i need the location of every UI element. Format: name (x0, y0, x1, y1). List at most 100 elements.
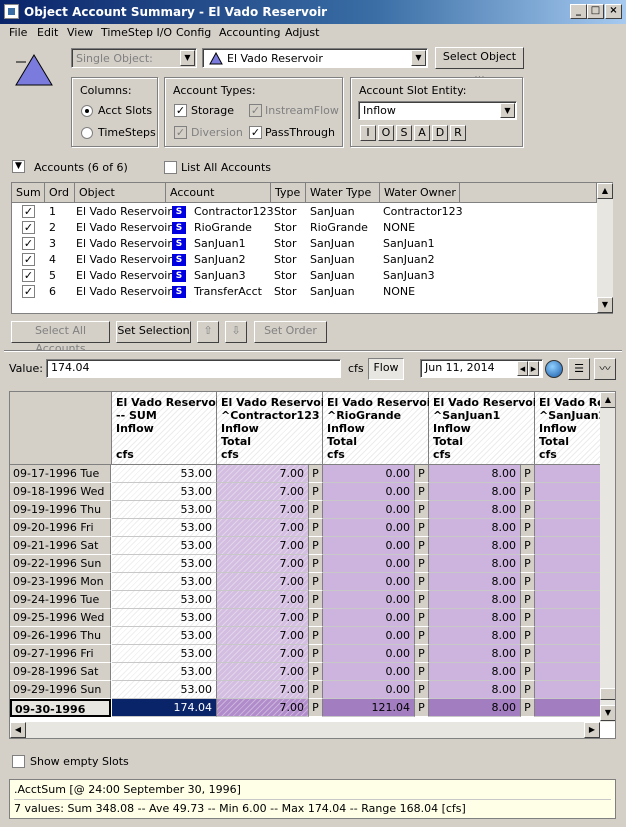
grid-value-cell[interactable]: 8.00 (429, 555, 521, 573)
account-row[interactable]: ✓ 4 El Vado Reservoir S SanJuan2 Stor SanJuan S… (12, 252, 597, 268)
grid-value-cell[interactable]: 0.00 (323, 591, 415, 609)
grid-hscrollbar[interactable]: ◀ ▶ (10, 722, 600, 738)
grid-row[interactable]: 09-26-1996 Thu 53.00 7.00 P 0.00 P 8.00 P (10, 627, 601, 645)
grid-value-cell[interactable]: 7.00 (217, 699, 309, 717)
grid-row[interactable]: 09-18-1996 Wed 53.00 7.00 P 0.00 P 8.00 P (10, 483, 601, 501)
account-row[interactable]: ✓ 6 El Vado Reservoir S TransferAcct Stor SanJ… (12, 284, 597, 300)
col-header-water-owner[interactable]: Water Owner (380, 183, 460, 203)
passthrough-checkbox[interactable]: ✓ (249, 126, 262, 139)
grid-value-cell[interactable]: 53.00 (112, 465, 217, 483)
grid-value-cell[interactable]: 0.00 (323, 465, 415, 483)
grid-row[interactable]: 09-29-1996 Sun 53.00 7.00 P 0.00 P 8.00 P (10, 681, 601, 699)
col-header-account[interactable]: Account (166, 183, 271, 203)
grid-value-cell[interactable]: 8.00 (429, 465, 521, 483)
grid-value-cell[interactable]: 7.00 (217, 501, 309, 519)
account-row[interactable]: ✓ 5 El Vado Reservoir S SanJuan3 Stor SanJuan S… (12, 268, 597, 284)
sum-checkbox[interactable]: ✓ (22, 285, 35, 298)
row-date-label[interactable]: 09-18-1996 Wed (10, 483, 111, 501)
grid-value-cell[interactable]: 53.00 (112, 519, 217, 537)
grid-value-cell[interactable]: 7.00 (217, 573, 309, 591)
grid-value-cell[interactable]: 7.00 (217, 627, 309, 645)
select-object-button[interactable]: Select Object ... (435, 47, 524, 81)
select-all-accounts-button[interactable]: Select All Accounts (11, 321, 110, 355)
account-row[interactable]: ✓ 1 El Vado Reservoir S Contractor123 Stor San… (12, 204, 597, 220)
grid-value-cell[interactable]: 7.00 (217, 537, 309, 555)
date-field[interactable]: Jun 11, 2014 ◀ ▶ (420, 359, 543, 378)
grid-col-header-riogrande[interactable]: El Vado Reservoir ^RioGrande Inflow Tota… (323, 392, 436, 465)
grid-value-cell[interactable]: 0.00 (323, 483, 415, 501)
grid-value-cell[interactable] (535, 663, 601, 681)
grid-value-cell[interactable]: 8.00 (429, 645, 521, 663)
storage-checkbox[interactable]: ✓ (174, 104, 187, 117)
menu-accounting[interactable]: Accounting (219, 26, 280, 39)
grid-row[interactable]: 09-24-1996 Tue 53.00 7.00 P 0.00 P 8.00 P (10, 591, 601, 609)
row-date-label[interactable]: 09-30-1996 Mon (10, 699, 111, 733)
scroll-right-icon[interactable]: ▶ (584, 722, 600, 738)
date-prev-icon[interactable]: ◀ (517, 361, 528, 376)
slot-entity-combo[interactable]: Inflow ▼ (358, 101, 517, 120)
entity-r-button[interactable]: R (450, 125, 466, 141)
grid-value-cell[interactable]: 53.00 (112, 501, 217, 519)
grid-value-cell[interactable]: 174.04 (112, 699, 217, 717)
move-up-button[interactable]: ⇧ (197, 321, 219, 343)
list-view-button[interactable]: ☰ (568, 358, 590, 380)
grid-value-cell[interactable]: 53.00 (112, 681, 217, 699)
instream-checkbox[interactable]: ✓ (249, 104, 262, 117)
grid-value-cell[interactable]: 8.00 (429, 591, 521, 609)
grid-value-cell[interactable]: 0.00 (323, 537, 415, 555)
entity-d-button[interactable]: D (432, 125, 448, 141)
sum-checkbox[interactable]: ✓ (22, 221, 35, 234)
grid-value-cell[interactable] (535, 627, 601, 645)
grid-value-cell[interactable] (535, 483, 601, 501)
grid-value-cell[interactable]: 53.00 (112, 609, 217, 627)
grid-row[interactable]: 09-23-1996 Mon 53.00 7.00 P 0.00 P 8.00 P (10, 573, 601, 591)
grid-value-cell[interactable] (535, 609, 601, 627)
scroll-down-icon[interactable]: ▼ (597, 297, 613, 313)
grid-value-cell[interactable]: 0.00 (323, 663, 415, 681)
grid-row[interactable]: 09-27-1996 Fri 53.00 7.00 P 0.00 P 8.00 P (10, 645, 601, 663)
globe-icon[interactable] (545, 360, 563, 378)
grid-row[interactable]: 09-28-1996 Sat 53.00 7.00 P 0.00 P 8.00 P (10, 663, 601, 681)
object-combo[interactable]: El Vado Reservoir ▼ (202, 48, 428, 68)
grid-value-cell[interactable]: 0.00 (323, 645, 415, 663)
grid-row[interactable]: 09-22-1996 Sun 53.00 7.00 P 0.00 P 8.00 P (10, 555, 601, 573)
grid-value-cell[interactable] (535, 591, 601, 609)
grid-value-cell[interactable]: 53.00 (112, 555, 217, 573)
accounts-scrollbar[interactable]: ▲ ▼ (597, 183, 613, 313)
entity-o-button[interactable]: O (378, 125, 394, 141)
grid-value-cell[interactable]: 53.00 (112, 537, 217, 555)
grid-value-cell[interactable]: 7.00 (217, 519, 309, 537)
col-header-water-type[interactable]: Water Type (306, 183, 380, 203)
accounts-collapse-toggle[interactable]: ▼ (12, 160, 25, 173)
grid-col-header-sanjuan2[interactable]: El Vado Res ^SanJuan2 Inflow Total cfs (535, 392, 601, 465)
grid-value-cell[interactable]: 8.00 (429, 681, 521, 699)
grid-value-cell[interactable]: 7.00 (217, 555, 309, 573)
scroll-down-icon[interactable]: ▼ (600, 705, 615, 721)
row-date-label[interactable]: 09-23-1996 Mon (10, 573, 111, 591)
grid-row[interactable]: 09-30-1996 Mon174.047.00P121.04P8.00P (10, 699, 601, 733)
grid-row[interactable]: 09-20-1996 Fri 53.00 7.00 P 0.00 P 8.00 P (10, 519, 601, 537)
scroll-thumb[interactable] (600, 688, 615, 700)
grid-value-cell[interactable]: 53.00 (112, 663, 217, 681)
grid-value-cell[interactable]: 7.00 (217, 645, 309, 663)
chart-view-button[interactable]: 〰 (594, 358, 616, 380)
grid-value-cell[interactable] (535, 573, 601, 591)
scroll-up-icon[interactable]: ▲ (597, 183, 613, 199)
row-date-label[interactable]: 09-26-1996 Thu (10, 627, 111, 645)
sum-checkbox[interactable]: ✓ (22, 205, 35, 218)
sum-checkbox[interactable]: ✓ (22, 253, 35, 266)
grid-value-cell[interactable]: 8.00 (429, 627, 521, 645)
grid-value-cell[interactable]: 8.00 (429, 519, 521, 537)
grid-value-cell[interactable]: 8.00 (429, 663, 521, 681)
grid-value-cell[interactable]: 7.00 (217, 609, 309, 627)
entity-a-button[interactable]: A (414, 125, 430, 141)
close-button[interactable]: × (605, 4, 622, 19)
row-date-label[interactable]: 09-27-1996 Fri (10, 645, 111, 663)
grid-value-cell[interactable]: 0.00 (323, 501, 415, 519)
grid-col-header-contractor123[interactable]: El Vado Reservoir ^Contractor123 Inflow … (217, 392, 330, 465)
grid-value-cell[interactable]: 53.00 (112, 591, 217, 609)
list-all-checkbox[interactable] (164, 161, 177, 174)
account-row[interactable]: ✓ 2 El Vado Reservoir S RioGrande Stor RioGran… (12, 220, 597, 236)
move-down-button[interactable]: ⇩ (225, 321, 247, 343)
scroll-left-icon[interactable]: ◀ (10, 722, 26, 738)
